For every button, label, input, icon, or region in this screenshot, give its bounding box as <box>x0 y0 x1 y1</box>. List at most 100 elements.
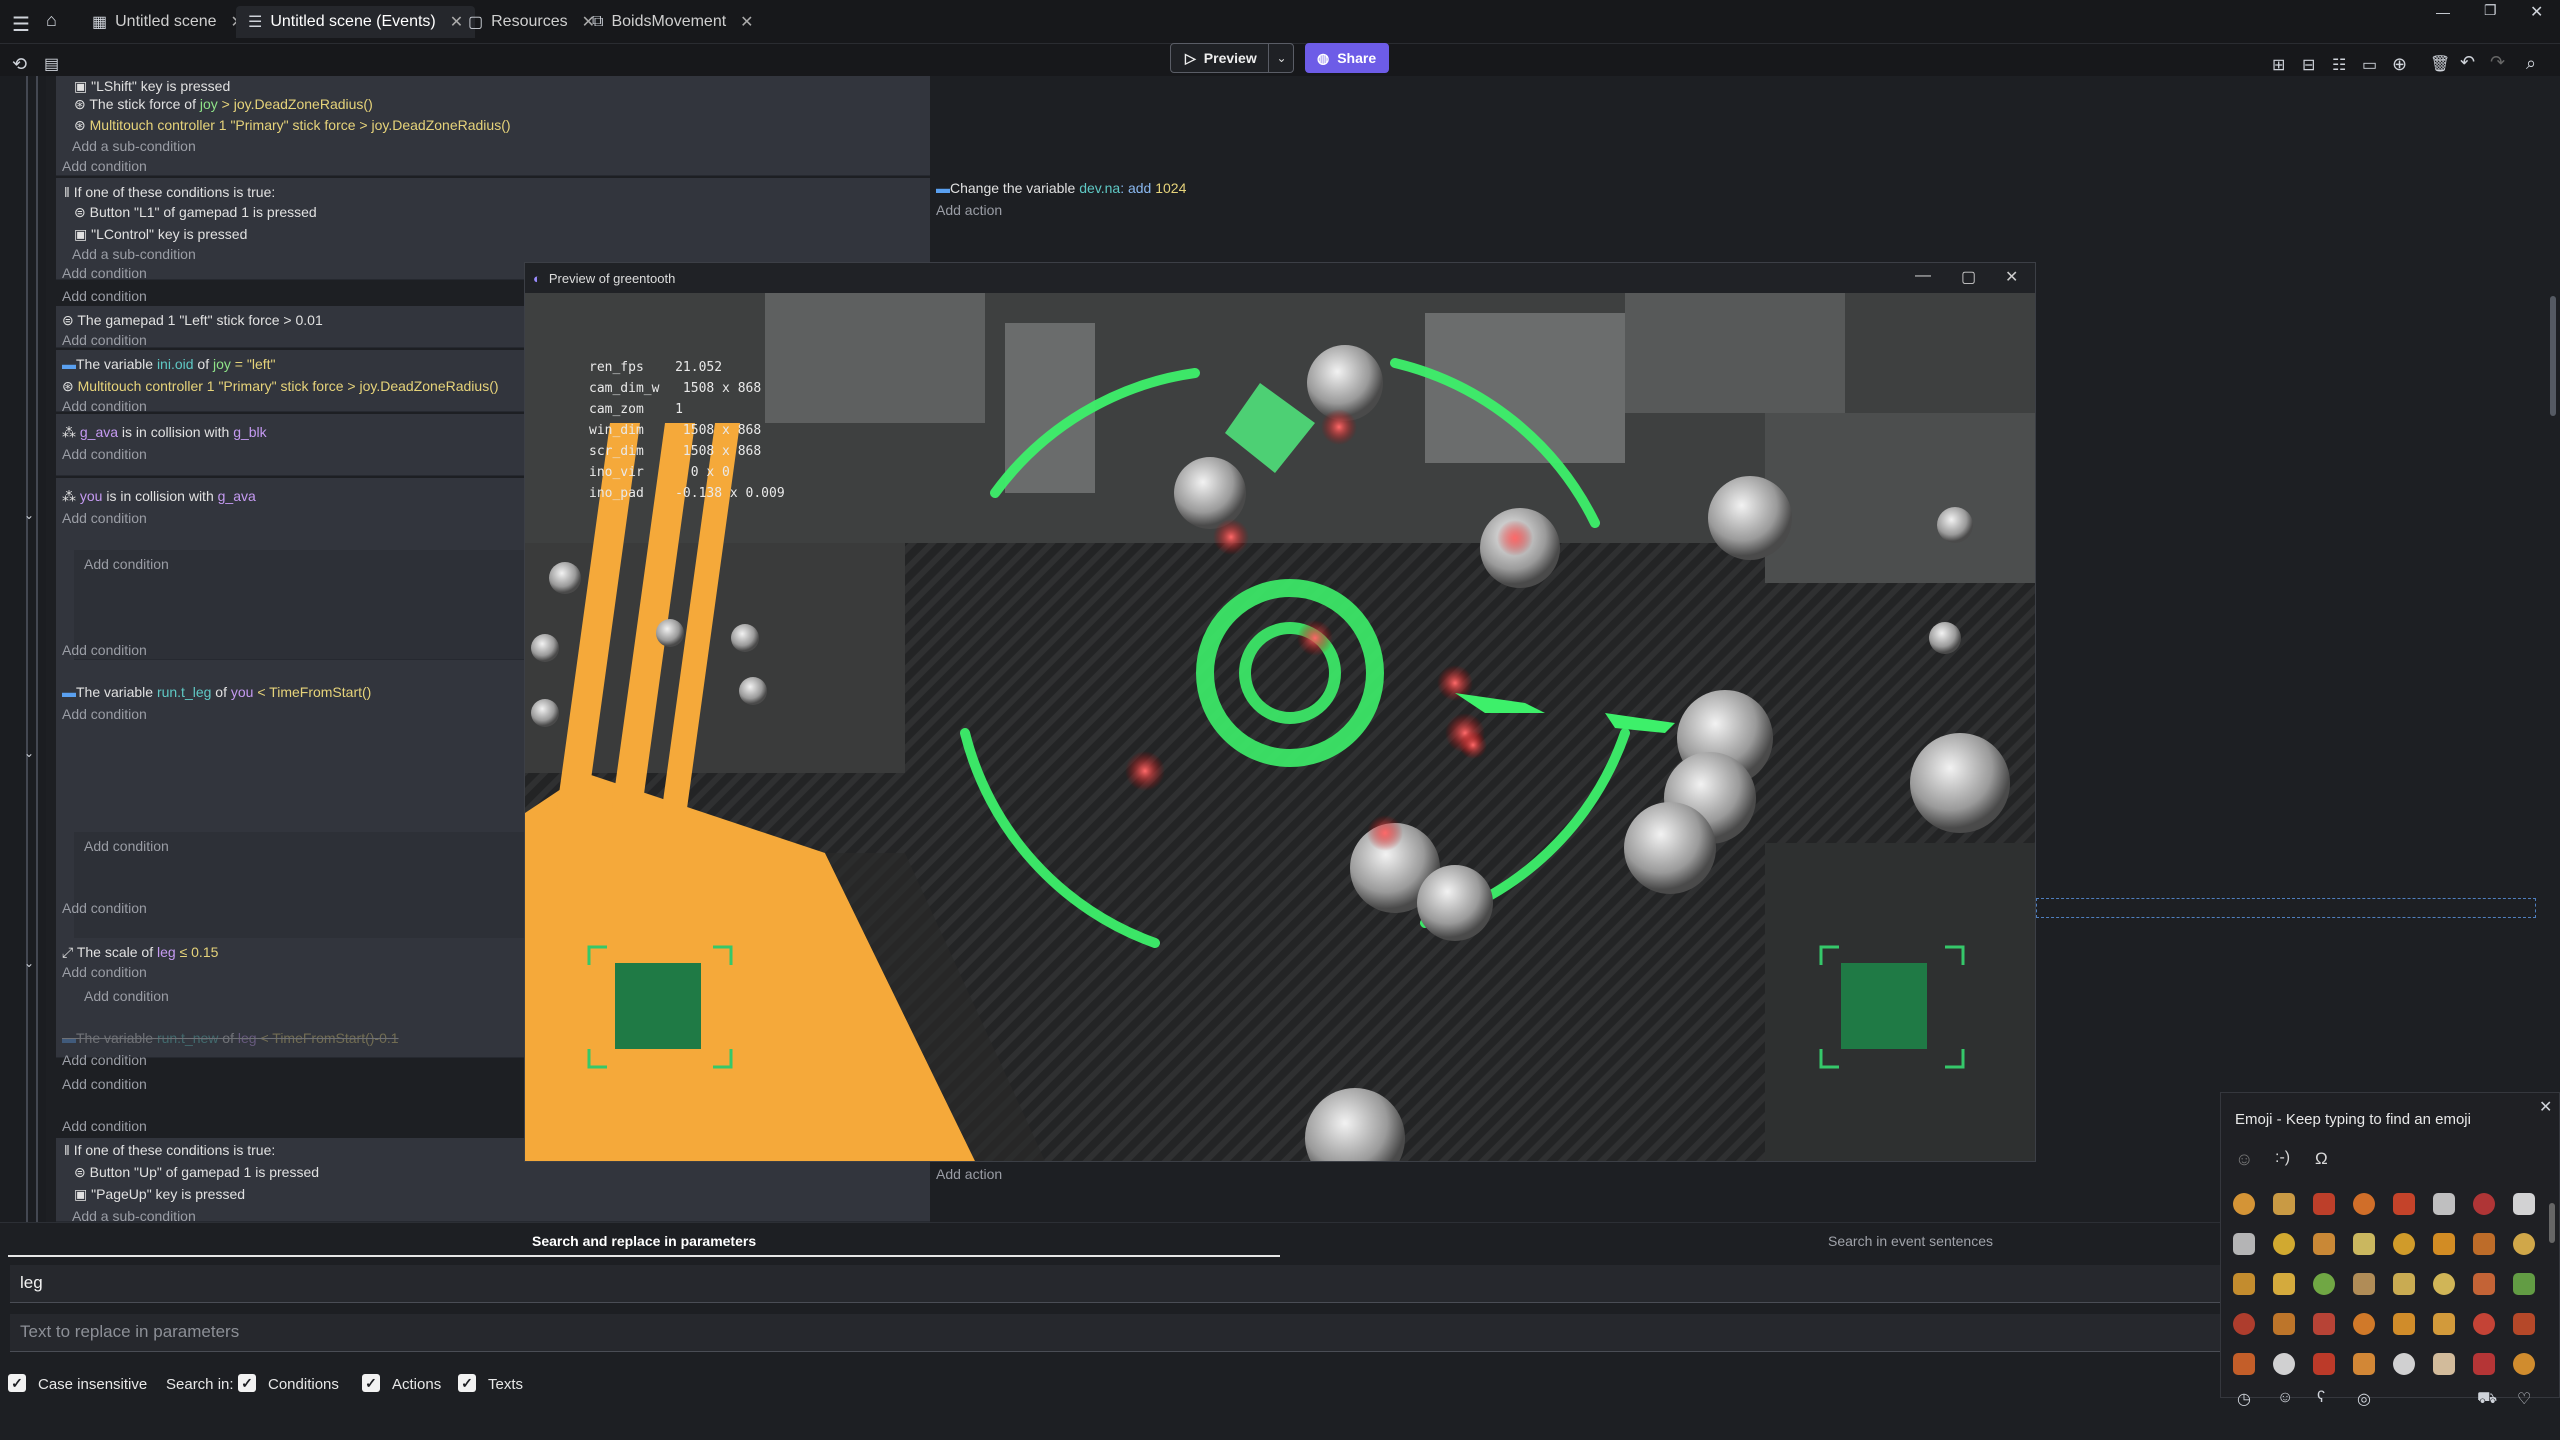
add-condition-link[interactable]: Add condition <box>62 964 147 980</box>
emoji-item[interactable] <box>2353 1193 2375 1215</box>
emoji-item[interactable] <box>2393 1233 2415 1255</box>
condition-lcontrol[interactable]: ▣ "LControl" key is pressed <box>74 226 247 243</box>
close-window-icon[interactable]: ✕ <box>2005 267 2018 287</box>
redo-icon[interactable]: ↷ <box>2490 52 2505 73</box>
heart-icon[interactable]: ♡ <box>2517 1389 2531 1409</box>
emoji-item[interactable] <box>2513 1313 2535 1335</box>
restore-window-icon[interactable]: ❐ <box>2484 2 2497 19</box>
add-subcondition-link[interactable]: Add a sub-condition <box>72 246 196 262</box>
emoji-item[interactable] <box>2233 1233 2255 1255</box>
message-icon[interactable]: ▭ <box>2362 55 2377 75</box>
condition-button-up[interactable]: ⊜ Button "Up" of gamepad 1 is pressed <box>74 1164 319 1181</box>
emoji-item[interactable] <box>2433 1313 2455 1335</box>
emoji-item[interactable] <box>2273 1273 2295 1295</box>
emoji-item[interactable] <box>2473 1313 2495 1335</box>
notes-icon[interactable]: ▤ <box>44 54 59 74</box>
add-subevent-icon[interactable]: ⊟ <box>2302 55 2315 75</box>
emoji-item[interactable] <box>2473 1233 2495 1255</box>
emoji-item[interactable] <box>2473 1353 2495 1375</box>
condition-collision-you[interactable]: ⁂ you is in collision with g_ava <box>62 488 256 505</box>
add-action-link[interactable]: Add action <box>936 1166 1002 1182</box>
close-icon[interactable]: ✕ <box>2539 1097 2552 1117</box>
emoji-item[interactable] <box>2513 1193 2535 1215</box>
add-condition-link[interactable]: Add condition <box>62 265 147 281</box>
emoji-item[interactable] <box>2433 1193 2455 1215</box>
emoji-item[interactable] <box>2473 1193 2495 1215</box>
minimize-window-icon[interactable]: — <box>1915 267 1931 285</box>
replace-input[interactable]: Text to replace in parameters <box>10 1314 2220 1352</box>
car-icon[interactable]: ⛟ <box>2477 1389 2497 1409</box>
emoji-item[interactable] <box>2273 1313 2295 1335</box>
preview-options-button[interactable]: ⌄ <box>1268 43 1294 73</box>
add-condition-link[interactable]: Add condition <box>62 510 147 526</box>
emoji-item[interactable] <box>2433 1353 2455 1375</box>
condition-stick-force[interactable]: ⊛ The stick force of joy > joy.DeadZoneR… <box>74 96 373 113</box>
emoji-item[interactable] <box>2313 1353 2335 1375</box>
emoji-item[interactable] <box>2353 1353 2375 1375</box>
close-icon[interactable]: ✕ <box>740 12 753 32</box>
add-condition-link[interactable]: Add condition <box>62 1076 147 1092</box>
emoji-item[interactable] <box>2233 1313 2255 1335</box>
preview-window[interactable]: ◐ Preview of greentooth — ▢ ✕ ren_fps 21… <box>524 262 2036 1162</box>
tab-boidsmovement[interactable]: ⧉ BoidsMovement ✕ <box>580 6 766 38</box>
emoji-item[interactable] <box>2273 1353 2295 1375</box>
clock-icon[interactable]: ◷ <box>2237 1389 2251 1409</box>
chevron-down-icon[interactable]: ⌄ <box>24 956 34 970</box>
chevron-down-icon[interactable]: ⌄ <box>24 508 34 522</box>
emoji-item[interactable] <box>2433 1273 2455 1295</box>
conditions-checkbox[interactable]: ✓ <box>238 1374 256 1392</box>
condition-or-group[interactable]: ‖ If one of these conditions is true: <box>64 184 275 200</box>
actions-checkbox[interactable]: ✓ <box>362 1374 380 1392</box>
add-condition-link[interactable]: Add condition <box>62 288 147 304</box>
undo-icon[interactable]: ↶ <box>2460 52 2475 73</box>
add-condition-link[interactable]: Add condition <box>62 446 147 462</box>
emoji-item[interactable] <box>2313 1313 2335 1335</box>
condition-collision-gava[interactable]: ⁂ g_ava is in collision with g_blk <box>62 424 267 441</box>
bear-icon[interactable]: ʕ <box>2317 1389 2325 1407</box>
add-condition-link[interactable]: Add condition <box>62 1052 147 1068</box>
emoji-tab-symbol[interactable]: Ω <box>2315 1149 2328 1169</box>
case-insensitive-checkbox[interactable]: ✓ <box>8 1374 26 1392</box>
emoji-item[interactable] <box>2273 1233 2295 1255</box>
emoji-item[interactable] <box>2513 1233 2535 1255</box>
tab-untitled-scene[interactable]: ▦ Untitled scene ✕ <box>80 6 256 38</box>
emoji-item[interactable] <box>2233 1193 2255 1215</box>
condition-lshift[interactable]: ▣ "LShift" key is pressed <box>74 78 230 95</box>
add-condition-link[interactable]: Add condition <box>62 642 147 658</box>
emoji-item[interactable] <box>2513 1353 2535 1375</box>
emoji-item[interactable] <box>2393 1353 2415 1375</box>
condition-gamepad-left-stick[interactable]: ⊜ The gamepad 1 "Left" stick force > 0.0… <box>62 312 323 329</box>
emoji-item[interactable] <box>2313 1233 2335 1255</box>
emoji-item[interactable] <box>2393 1273 2415 1295</box>
emoji-item[interactable] <box>2473 1273 2495 1295</box>
emoji-item[interactable] <box>2393 1313 2415 1335</box>
emoji-item[interactable] <box>2313 1193 2335 1215</box>
emoji-item[interactable] <box>2233 1353 2255 1375</box>
condition-variable-tleg[interactable]: ▬The variable run.t_leg of you < TimeFro… <box>62 684 371 700</box>
add-condition-link[interactable]: Add condition <box>84 988 169 1004</box>
scrollbar[interactable] <box>2550 296 2556 416</box>
add-subcondition-link[interactable]: Add a sub-condition <box>72 138 196 154</box>
add-condition-link[interactable]: Add condition <box>84 838 169 854</box>
event-tools-icon[interactable]: ⊞ <box>2272 55 2285 75</box>
emoji-item[interactable] <box>2313 1273 2335 1295</box>
chevron-down-icon[interactable]: ⌄ <box>24 746 34 760</box>
condition-variable-oid[interactable]: ▬The variable ini.oid of joy = "left" <box>62 356 275 372</box>
tab-search-event-sentences[interactable]: Search in event sentences <box>1828 1233 1993 1249</box>
emoji-item[interactable] <box>2353 1313 2375 1335</box>
tab-untitled-scene-events[interactable]: ☰ Untitled scene (Events) ✕ <box>236 6 476 38</box>
emoji-item[interactable] <box>2233 1273 2255 1295</box>
emoji-scrollbar[interactable] <box>2549 1203 2555 1243</box>
condition-multitouch[interactable]: ⊛ Multitouch controller 1 "Primary" stic… <box>62 378 499 395</box>
close-window-icon[interactable]: ✕ <box>2530 2 2543 22</box>
add-condition-link[interactable]: Add condition <box>62 158 147 174</box>
condition-multitouch[interactable]: ⊛ Multitouch controller 1 "Primary" stic… <box>74 117 511 134</box>
add-event-icon[interactable]: ⊕ <box>2392 54 2407 75</box>
emoji-item[interactable] <box>2353 1233 2375 1255</box>
add-action-link[interactable]: Add action <box>936 202 1002 218</box>
minimize-window-icon[interactable]: — <box>2436 4 2450 20</box>
preview-titlebar[interactable]: ◐ Preview of greentooth <box>525 263 2035 293</box>
add-comment-icon[interactable]: ☷ <box>2332 55 2346 75</box>
emoji-item[interactable] <box>2273 1193 2295 1215</box>
maximize-window-icon[interactable]: ▢ <box>1961 267 1976 287</box>
